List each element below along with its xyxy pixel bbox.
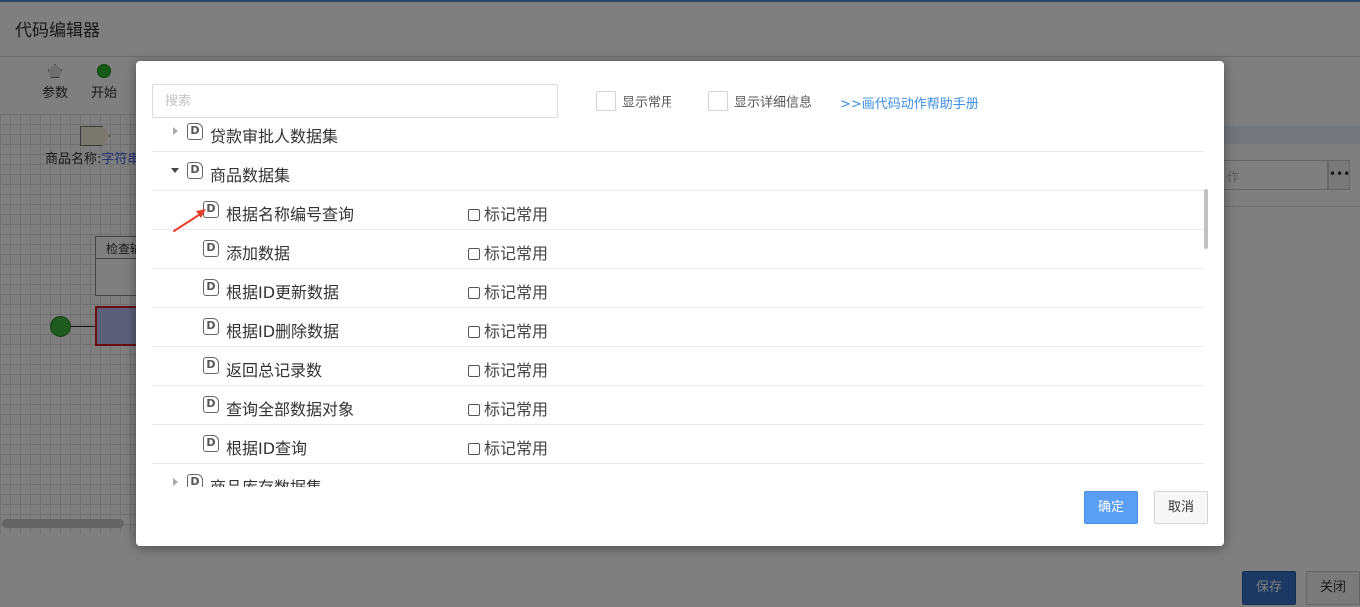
mark-common-toggle[interactable]: 标记常用 — [468, 435, 548, 459]
dataset-icon: D — [187, 123, 203, 140]
tree-item-label: 根据ID更新数据 — [226, 283, 340, 302]
mark-common-checkbox[interactable] — [468, 209, 480, 221]
mark-common-label: 标记常用 — [484, 322, 549, 341]
mark-common-toggle[interactable]: 标记常用 — [468, 240, 548, 264]
help-manual-link[interactable]: >>画代码动作帮助手册 — [840, 93, 979, 112]
mark-common-label: 标记常用 — [484, 205, 549, 224]
show-detail-label: 显示详细信息 — [734, 95, 812, 111]
action-icon: D — [203, 279, 219, 296]
mark-common-checkbox[interactable] — [468, 287, 480, 299]
expand-arrow-icon[interactable] — [173, 478, 178, 486]
dataset-icon: D — [187, 474, 203, 487]
tree-item[interactable]: D 根据ID更新数据 标记常用 — [152, 269, 1204, 308]
annotation-arrow-icon — [173, 209, 206, 232]
show-common-label: 显示常用 — [622, 95, 671, 111]
tree-item-label: 根据ID删除数据 — [226, 322, 340, 341]
mark-common-label: 标记常用 — [484, 439, 549, 458]
action-icon: D — [203, 396, 219, 413]
confirm-button[interactable]: 确定 — [1084, 491, 1138, 524]
tree-item[interactable]: D 返回总记录数 标记常用 — [152, 347, 1204, 386]
tree-item-label: 根据ID查询 — [226, 439, 308, 458]
action-icon: D — [203, 357, 219, 374]
mark-common-toggle[interactable]: 标记常用 — [468, 318, 548, 342]
mark-common-checkbox[interactable] — [468, 404, 480, 416]
action-tree[interactable]: D 贷款审批人数据集 D 商品数据集 D 根据名称编号查询 标记常用 D 添加数… — [152, 122, 1204, 487]
tree-item-label: 根据名称编号查询 — [226, 205, 355, 224]
action-icon: D — [203, 240, 219, 257]
tree-vertical-scrollbar[interactable] — [1204, 189, 1208, 249]
tree-item[interactable]: D 添加数据 标记常用 — [152, 230, 1204, 269]
tree-group-goods[interactable]: D 商品数据集 — [152, 152, 1204, 191]
tree-item-label: 添加数据 — [226, 244, 291, 263]
mark-common-toggle[interactable]: 标记常用 — [468, 357, 548, 381]
show-common-checkbox[interactable] — [596, 91, 616, 111]
mark-common-label: 标记常用 — [484, 361, 549, 380]
tree-item[interactable]: D 根据名称编号查询 标记常用 — [152, 191, 1204, 230]
mark-common-toggle[interactable]: 标记常用 — [468, 279, 548, 303]
show-common-toggle[interactable]: 显示常用 — [596, 91, 671, 111]
tree-group-stock[interactable]: D 商品库存数据集 — [152, 464, 1204, 487]
cancel-button[interactable]: 取消 — [1154, 491, 1208, 524]
tree-group-label: 商品库存数据集 — [210, 474, 322, 487]
mark-common-checkbox[interactable] — [468, 248, 480, 260]
dataset-icon: D — [187, 162, 203, 179]
mark-common-checkbox[interactable] — [468, 326, 480, 338]
action-icon: D — [203, 435, 219, 452]
search-input[interactable] — [152, 84, 558, 118]
mark-common-checkbox[interactable] — [468, 443, 480, 455]
tree-group-loan[interactable]: D 贷款审批人数据集 — [152, 122, 1204, 152]
show-detail-toggle[interactable]: 显示详细信息 — [708, 91, 812, 111]
mark-common-label: 标记常用 — [484, 244, 549, 263]
mark-common-toggle[interactable]: 标记常用 — [468, 201, 548, 225]
tree-item[interactable]: D 根据ID查询 标记常用 — [152, 425, 1204, 464]
tree-item[interactable]: D 查询全部数据对象 标记常用 — [152, 386, 1204, 425]
expand-arrow-icon[interactable] — [173, 127, 178, 135]
action-icon: D — [203, 318, 219, 335]
mark-common-toggle[interactable]: 标记常用 — [468, 396, 548, 420]
tree-item-label: 返回总记录数 — [226, 361, 323, 380]
collapse-arrow-icon[interactable] — [171, 168, 179, 173]
mark-common-label: 标记常用 — [484, 400, 549, 419]
tree-item-label: 查询全部数据对象 — [226, 400, 355, 419]
mark-common-checkbox[interactable] — [468, 365, 480, 377]
mark-common-label: 标记常用 — [484, 283, 549, 302]
show-detail-checkbox[interactable] — [708, 91, 728, 111]
tree-group-label: 商品数据集 — [210, 166, 291, 185]
tree-item[interactable]: D 根据ID删除数据 标记常用 — [152, 308, 1204, 347]
code-action-dialog: 显示常用 显示详细信息 >>画代码动作帮助手册 D 贷款审批人数据集 D 商品数… — [136, 61, 1224, 546]
tree-group-label: 贷款审批人数据集 — [210, 127, 339, 146]
